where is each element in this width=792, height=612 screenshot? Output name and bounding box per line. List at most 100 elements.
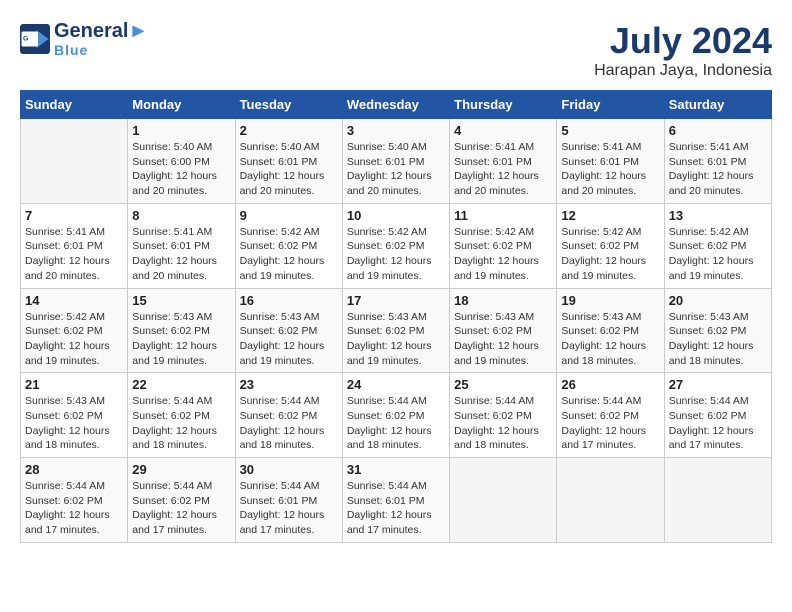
day-number: 6 bbox=[669, 123, 767, 138]
calendar-cell: 21 Sunrise: 5:43 AMSunset: 6:02 PMDayligh… bbox=[21, 373, 128, 458]
day-number: 17 bbox=[347, 293, 445, 308]
calendar-cell: 4 Sunrise: 5:41 AMSunset: 6:01 PMDaylight… bbox=[450, 119, 557, 204]
weekday-header-cell: Monday bbox=[128, 91, 235, 119]
calendar-cell bbox=[450, 458, 557, 543]
calendar-week-row: 21 Sunrise: 5:43 AMSunset: 6:02 PMDayligh… bbox=[21, 373, 772, 458]
day-number: 31 bbox=[347, 462, 445, 477]
calendar-cell: 14 Sunrise: 5:42 AMSunset: 6:02 PMDayligh… bbox=[21, 288, 128, 373]
day-number: 14 bbox=[25, 293, 123, 308]
weekday-header-cell: Friday bbox=[557, 91, 664, 119]
day-number: 2 bbox=[240, 123, 338, 138]
calendar-cell: 5Sunrise: 5:41 AMSunset: 6:01 PMDaylight… bbox=[557, 119, 664, 204]
day-number: 25 bbox=[454, 377, 552, 392]
day-number: 26 bbox=[561, 377, 659, 392]
day-number: 4 bbox=[454, 123, 552, 138]
day-number: 8 bbox=[132, 208, 230, 223]
day-number: 13 bbox=[669, 208, 767, 223]
calendar-cell: 3 Sunrise: 5:40 AMSunset: 6:01 PMDaylight… bbox=[342, 119, 449, 204]
calendar-cell: 22 Sunrise: 5:44 AMSunset: 6:02 PMDayligh… bbox=[128, 373, 235, 458]
calendar-cell bbox=[21, 119, 128, 204]
calendar-cell bbox=[557, 458, 664, 543]
day-info: Sunrise: 5:42 AMSunset: 6:02 PMDaylight:… bbox=[240, 225, 338, 284]
calendar-cell: 6Sunrise: 5:41 AMSunset: 6:01 PMDaylight… bbox=[664, 119, 771, 204]
day-info: Sunrise: 5:44 AMSunset: 6:02 PMDaylight:… bbox=[669, 394, 767, 453]
day-number: 28 bbox=[25, 462, 123, 477]
day-info: Sunrise: 5:44 AMSunset: 6:02 PMDaylight:… bbox=[561, 394, 659, 453]
day-info: Sunrise: 5:44 AMSunset: 6:02 PMDaylight:… bbox=[240, 394, 338, 453]
location: Harapan Jaya, Indonesia bbox=[594, 62, 772, 80]
calendar-cell: 7 Sunrise: 5:41 AMSunset: 6:01 PMDaylight… bbox=[21, 203, 128, 288]
day-number: 20 bbox=[669, 293, 767, 308]
day-info: Sunrise: 5:44 AMSunset: 6:01 PMDaylight:… bbox=[347, 479, 445, 538]
weekday-header-row: SundayMondayTuesdayWednesdayThursdayFrid… bbox=[21, 91, 772, 119]
calendar-cell: 17 Sunrise: 5:43 AMSunset: 6:02 PMDayligh… bbox=[342, 288, 449, 373]
day-info: Sunrise: 5:42 AMSunset: 6:02 PMDaylight:… bbox=[454, 225, 552, 284]
day-number: 19 bbox=[561, 293, 659, 308]
day-number: 29 bbox=[132, 462, 230, 477]
day-number: 23 bbox=[240, 377, 338, 392]
day-info: Sunrise: 5:44 AMSunset: 6:02 PMDaylight:… bbox=[132, 479, 230, 538]
day-info: Sunrise: 5:43 AMSunset: 6:02 PMDaylight:… bbox=[25, 394, 123, 453]
day-number: 11 bbox=[454, 208, 552, 223]
day-number: 1 bbox=[132, 123, 230, 138]
day-number: 16 bbox=[240, 293, 338, 308]
calendar-cell: 29 Sunrise: 5:44 AMSunset: 6:02 PMDayligh… bbox=[128, 458, 235, 543]
day-info: Sunrise: 5:43 AMSunset: 6:02 PMDaylight:… bbox=[347, 310, 445, 369]
day-info: Sunrise: 5:44 AMSunset: 6:02 PMDaylight:… bbox=[347, 394, 445, 453]
day-info: Sunrise: 5:41 AMSunset: 6:01 PMDaylight:… bbox=[132, 225, 230, 284]
day-number: 27 bbox=[669, 377, 767, 392]
calendar-week-row: 14 Sunrise: 5:42 AMSunset: 6:02 PMDayligh… bbox=[21, 288, 772, 373]
day-number: 12 bbox=[561, 208, 659, 223]
day-number: 18 bbox=[454, 293, 552, 308]
day-info: Sunrise: 5:42 AMSunset: 6:02 PMDaylight:… bbox=[347, 225, 445, 284]
calendar-cell: 27 Sunrise: 5:44 AMSunset: 6:02 PMDayligh… bbox=[664, 373, 771, 458]
calendar-week-row: 1 Sunrise: 5:40 AMSunset: 6:00 PMDaylight… bbox=[21, 119, 772, 204]
calendar-week-row: 7 Sunrise: 5:41 AMSunset: 6:01 PMDaylight… bbox=[21, 203, 772, 288]
day-info: Sunrise: 5:42 AMSunset: 6:02 PMDaylight:… bbox=[669, 225, 767, 284]
calendar-body: 1 Sunrise: 5:40 AMSunset: 6:00 PMDaylight… bbox=[21, 119, 772, 543]
day-info: Sunrise: 5:40 AMSunset: 6:01 PMDaylight:… bbox=[240, 140, 338, 199]
weekday-header-cell: Tuesday bbox=[235, 91, 342, 119]
logo-text: General► Blue bbox=[54, 20, 148, 58]
logo-icon: G bbox=[20, 24, 50, 54]
calendar-cell: 23 Sunrise: 5:44 AMSunset: 6:02 PMDayligh… bbox=[235, 373, 342, 458]
day-number: 3 bbox=[347, 123, 445, 138]
day-info: Sunrise: 5:44 AMSunset: 6:02 PMDaylight:… bbox=[132, 394, 230, 453]
calendar-cell: 2 Sunrise: 5:40 AMSunset: 6:01 PMDaylight… bbox=[235, 119, 342, 204]
day-info: Sunrise: 5:43 AMSunset: 6:02 PMDaylight:… bbox=[669, 310, 767, 369]
day-number: 21 bbox=[25, 377, 123, 392]
weekday-header-cell: Sunday bbox=[21, 91, 128, 119]
day-number: 7 bbox=[25, 208, 123, 223]
day-info: Sunrise: 5:44 AMSunset: 6:02 PMDaylight:… bbox=[454, 394, 552, 453]
calendar-week-row: 28 Sunrise: 5:44 AMSunset: 6:02 PMDayligh… bbox=[21, 458, 772, 543]
calendar-cell: 1 Sunrise: 5:40 AMSunset: 6:00 PMDaylight… bbox=[128, 119, 235, 204]
calendar-table: SundayMondayTuesdayWednesdayThursdayFrid… bbox=[20, 90, 772, 543]
month-title: July 2024 bbox=[594, 20, 772, 62]
day-info: Sunrise: 5:41 AMSunset: 6:01 PMDaylight:… bbox=[454, 140, 552, 199]
day-number: 9 bbox=[240, 208, 338, 223]
day-info: Sunrise: 5:40 AMSunset: 6:01 PMDaylight:… bbox=[347, 140, 445, 199]
day-info: Sunrise: 5:40 AMSunset: 6:00 PMDaylight:… bbox=[132, 140, 230, 199]
calendar-cell: 20 Sunrise: 5:43 AMSunset: 6:02 PMDayligh… bbox=[664, 288, 771, 373]
calendar-cell: 26 Sunrise: 5:44 AMSunset: 6:02 PMDayligh… bbox=[557, 373, 664, 458]
calendar-cell: 30 Sunrise: 5:44 AMSunset: 6:01 PMDayligh… bbox=[235, 458, 342, 543]
weekday-header-cell: Wednesday bbox=[342, 91, 449, 119]
day-info: Sunrise: 5:41 AMSunset: 6:01 PMDaylight:… bbox=[25, 225, 123, 284]
day-number: 22 bbox=[132, 377, 230, 392]
day-info: Sunrise: 5:42 AMSunset: 6:02 PMDaylight:… bbox=[561, 225, 659, 284]
day-number: 30 bbox=[240, 462, 338, 477]
day-info: Sunrise: 5:44 AMSunset: 6:01 PMDaylight:… bbox=[240, 479, 338, 538]
calendar-cell: 15Sunrise: 5:43 AMSunset: 6:02 PMDayligh… bbox=[128, 288, 235, 373]
calendar-cell: 13 Sunrise: 5:42 AMSunset: 6:02 PMDayligh… bbox=[664, 203, 771, 288]
calendar-cell: 24Sunrise: 5:44 AMSunset: 6:02 PMDayligh… bbox=[342, 373, 449, 458]
logo: G General► Blue bbox=[20, 20, 148, 58]
day-info: Sunrise: 5:44 AMSunset: 6:02 PMDaylight:… bbox=[25, 479, 123, 538]
title-section: July 2024 Harapan Jaya, Indonesia bbox=[594, 20, 772, 80]
day-info: Sunrise: 5:42 AMSunset: 6:02 PMDaylight:… bbox=[25, 310, 123, 369]
day-info: Sunrise: 5:41 AMSunset: 6:01 PMDaylight:… bbox=[561, 140, 659, 199]
calendar-cell: 12 Sunrise: 5:42 AMSunset: 6:02 PMDayligh… bbox=[557, 203, 664, 288]
calendar-cell bbox=[664, 458, 771, 543]
calendar-cell: 28 Sunrise: 5:44 AMSunset: 6:02 PMDayligh… bbox=[21, 458, 128, 543]
page-header: G General► Blue July 2024 Harapan Jaya, … bbox=[20, 20, 772, 80]
calendar-cell: 8 Sunrise: 5:41 AMSunset: 6:01 PMDaylight… bbox=[128, 203, 235, 288]
